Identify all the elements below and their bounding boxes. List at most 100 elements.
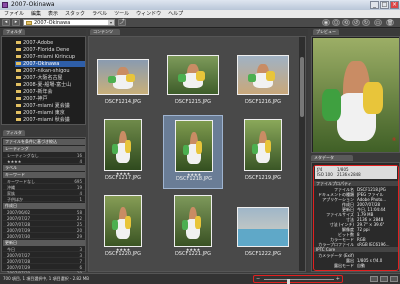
folder-label: 2007-Florida Dene	[23, 47, 70, 53]
thumbnail-cell[interactable]: ★★★★ DSCF1221.JPG	[163, 191, 223, 265]
back-icon[interactable]: ◂	[2, 19, 10, 26]
filter-row[interactable]: ★★★★ 4	[3, 159, 85, 164]
zoom-out-icon[interactable]: −	[256, 276, 260, 282]
thumbnail-cell[interactable]: ★★★★ DSCF1220.JPG	[93, 191, 153, 265]
chevron-down-icon[interactable]: ▾	[108, 20, 114, 25]
open-recent-icon[interactable]: ⟲	[342, 19, 350, 26]
thumbnail-zoom-slider[interactable]: − +	[253, 275, 343, 284]
tab-filter[interactable]: フィルタ	[3, 130, 25, 136]
filter-row[interactable]: 2007/07/27 3	[3, 253, 85, 258]
filter-row[interactable]: 2007/07/29 20	[3, 228, 85, 233]
maximize-button[interactable]: □	[380, 1, 389, 9]
thumbnail-image[interactable]	[104, 195, 142, 247]
folder-icon	[16, 111, 21, 114]
menu-label[interactable]: ラベル	[92, 10, 107, 18]
filter-row[interactable]: 家族 4	[3, 191, 85, 196]
thumbnail-cell[interactable]: DSCF1214.JPG	[93, 39, 153, 113]
forward-icon[interactable]: ▸	[12, 19, 20, 26]
close-button[interactable]: ×	[390, 1, 399, 9]
menu-stack[interactable]: スタック	[65, 10, 85, 18]
rotate-right-icon[interactable]: ↻	[362, 19, 370, 26]
filter-row[interactable]: 2007/07/29 6	[3, 265, 85, 270]
list-view-icon[interactable]	[390, 276, 398, 282]
folder-item[interactable]: 2007-miami 夏会議	[16, 103, 70, 109]
path-dropdown[interactable]: 2007-Okinawa ▾	[23, 19, 115, 26]
folder-item[interactable]: 2007-nikan-shigou	[16, 68, 70, 74]
menu-view[interactable]: 表示	[48, 10, 58, 18]
filter-row[interactable]: レーティングなし 16	[3, 153, 85, 158]
thumbnail-image[interactable]	[174, 195, 212, 247]
tab-preview[interactable]: プレビュー	[313, 29, 339, 35]
filter-category[interactable]: キーワード	[3, 172, 85, 178]
menu-tools[interactable]: ツール	[114, 10, 129, 18]
camera-icon[interactable]: ◉	[322, 19, 330, 26]
tab-metadata[interactable]: メタデータ	[311, 155, 353, 161]
menu-file[interactable]: ファイル	[4, 10, 24, 18]
filter-row[interactable]: 今日 3	[3, 247, 85, 252]
thumbnail-cell[interactable]: DSCF1215.JPG	[163, 39, 223, 113]
folder-item[interactable]: 2008-夏-船場-富士山	[16, 82, 71, 88]
folder-item[interactable]: 2007-Okinawa	[15, 61, 85, 67]
scroll-thumb[interactable]	[300, 57, 304, 117]
thumbnail-image[interactable]	[97, 59, 149, 95]
filter-row[interactable]: 沖縄 19	[3, 185, 85, 190]
folder-label: 2007-大阪名古屋	[23, 75, 63, 81]
thumbnail-cell[interactable]: ★★★★ DSCF1218.JPG	[163, 115, 223, 189]
slider-knob[interactable]	[287, 279, 291, 284]
thumbnail-image[interactable]	[175, 120, 213, 172]
thumbnail-image[interactable]	[237, 55, 289, 95]
rotate-left-icon[interactable]: ↺	[352, 19, 360, 26]
up-folder-icon[interactable]: ⤴	[118, 19, 126, 26]
filter-row[interactable]: 2007/06/02 58	[3, 210, 85, 215]
folder-icon	[26, 21, 32, 25]
filter-row[interactable]: 2007/07/28 7	[3, 259, 85, 264]
thumbnail-frame	[97, 119, 149, 171]
filter-row[interactable]: 2007/07/30 29	[3, 234, 85, 239]
thumbnail-cell[interactable]: ★★★★ DSCF1217.JPG	[93, 115, 153, 189]
thumbnail-image[interactable]	[104, 119, 142, 171]
thumbnail-frame	[237, 119, 289, 171]
delete-icon[interactable]: 🗑	[386, 19, 394, 26]
folder-item[interactable]: 2007-miami Kirincup	[16, 54, 75, 60]
filter-category[interactable]: 更新日	[3, 240, 85, 246]
filter-row[interactable]: 2007/07/27 22	[3, 216, 85, 221]
filter-category[interactable]: レーティング	[3, 146, 85, 152]
content-scrollbar[interactable]	[299, 37, 305, 271]
folder-item[interactable]: 2007-Adobe	[16, 40, 53, 46]
detail-view-icon[interactable]	[380, 276, 388, 282]
filter-category[interactable]: ラベル	[3, 165, 85, 171]
metadata-section-header[interactable]: ファイルプロパティ	[314, 181, 398, 186]
thumbnail-image[interactable]	[167, 55, 219, 95]
folder-icon	[16, 69, 21, 72]
folder-item[interactable]: 2007-Florida Dene	[16, 47, 69, 53]
slider-track[interactable]	[264, 279, 334, 284]
thumbnail-filename: DSCF1220.JPG	[104, 251, 142, 257]
filter-row[interactable]: 2007/07/28 25	[3, 222, 85, 227]
minimize-button[interactable]: _	[370, 1, 379, 9]
refine-icon[interactable]: ⬡	[332, 19, 340, 26]
menu-edit[interactable]: 編集	[31, 10, 41, 18]
folder-item[interactable]: 2007-miami 東京	[16, 110, 65, 116]
grid-view-icon[interactable]	[370, 276, 378, 282]
new-folder-icon[interactable]: ▭	[374, 19, 382, 26]
folder-item[interactable]: 2007-新年会	[16, 89, 53, 95]
tab-content[interactable]: コンテンツ	[90, 29, 120, 35]
menu-window[interactable]: ウィンドウ	[136, 10, 161, 18]
folder-item[interactable]: 2007-大阪名古屋	[16, 75, 63, 81]
thumbnail-cell[interactable]: DSCF1216.JPG	[233, 39, 293, 113]
thumbnail-cell[interactable]: DSCF1219.JPG	[233, 115, 293, 189]
filter-row[interactable]: キーワードなし 695	[3, 179, 85, 184]
filter-category[interactable]: 作成日	[3, 203, 85, 209]
folder-item[interactable]: 2007-神戸	[16, 96, 48, 102]
metadata-summary: ƒ/4 1/805 2136×2848 ISO 100	[315, 166, 397, 179]
thumbnail-image[interactable]	[244, 119, 282, 171]
thumbnail-image[interactable]	[237, 207, 289, 247]
marker-label: ①	[392, 137, 397, 143]
zoom-in-icon[interactable]: +	[336, 276, 340, 282]
menu-help[interactable]: ヘルプ	[168, 10, 183, 18]
folder-item[interactable]: 2007-miami 秋会議	[16, 117, 70, 123]
filter-row[interactable]: 子供ほか 1	[3, 197, 85, 202]
metadata-section-header[interactable]: IPTC Core	[314, 247, 398, 252]
thumbnail-cell[interactable]: DSCF1222.JPG	[233, 191, 293, 265]
tab-folders[interactable]: フォルダ	[3, 29, 25, 35]
